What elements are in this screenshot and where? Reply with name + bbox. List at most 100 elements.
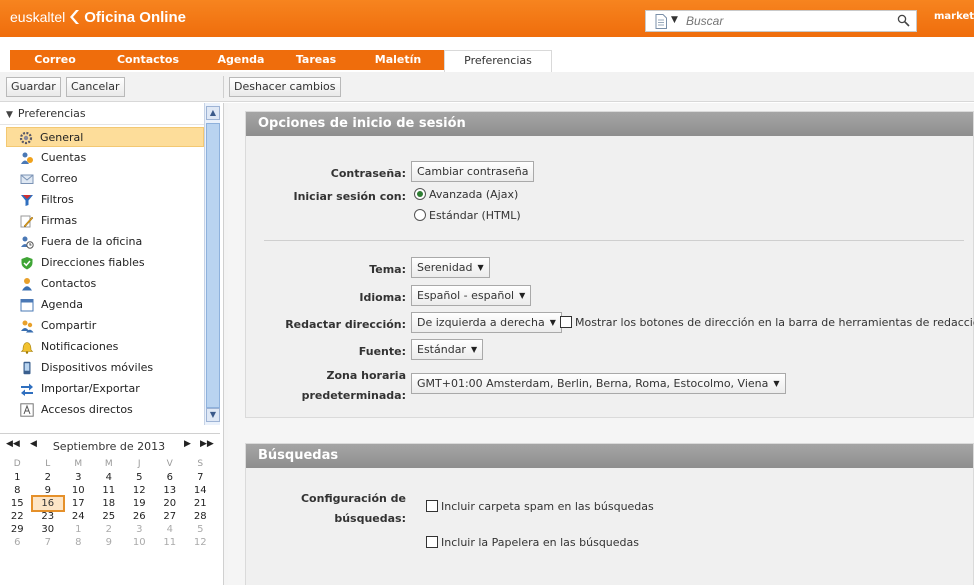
tree-root-preferencias[interactable]: ▼ Preferencias: [0, 103, 204, 125]
calendar-day[interactable]: 4: [155, 523, 186, 536]
user-name[interactable]: marketi: [934, 11, 974, 22]
sidebar-item-compartir[interactable]: Compartir: [8, 316, 204, 336]
calendar-day[interactable]: 24: [63, 510, 94, 523]
calendar-day[interactable]: 11: [155, 536, 186, 549]
calendar-day[interactable]: 22: [2, 510, 33, 523]
calendar-day[interactable]: 18: [94, 497, 125, 510]
calendar-day[interactable]: 7: [33, 536, 64, 549]
language-select[interactable]: Español - español ▼: [411, 285, 532, 306]
calendar-day[interactable]: 11: [94, 484, 125, 497]
collapse-triangle-icon[interactable]: ▼: [6, 110, 13, 120]
calendar-day[interactable]: 1: [63, 523, 94, 536]
sidebar-item-correo[interactable]: Correo: [8, 169, 204, 189]
tab-contactos[interactable]: Contactos: [94, 50, 202, 70]
calendar-day[interactable]: 19: [124, 497, 155, 510]
calendar-day[interactable]: 28: [185, 510, 216, 523]
search-icon[interactable]: [897, 14, 910, 27]
calendar-day[interactable]: 4: [94, 471, 125, 484]
sidebar-item-agenda[interactable]: Agenda: [8, 295, 204, 315]
calendar-day[interactable]: 2: [33, 471, 64, 484]
calendar-day[interactable]: 3: [124, 523, 155, 536]
calendar-day[interactable]: 26: [124, 510, 155, 523]
prev-month-icon[interactable]: ◀: [30, 439, 37, 449]
sidebar-item-filtros[interactable]: Filtros: [8, 190, 204, 210]
calendar-day[interactable]: 9: [33, 484, 64, 497]
calendar-day[interactable]: 10: [124, 536, 155, 549]
calendar-day[interactable]: 6: [155, 471, 186, 484]
prev-year-icon[interactable]: ◀◀: [6, 439, 20, 449]
calendar-day[interactable]: 5: [124, 471, 155, 484]
tab-correo[interactable]: Correo: [16, 50, 94, 70]
checkbox[interactable]: [426, 536, 438, 548]
search-scope-dropdown-icon[interactable]: ▼: [671, 15, 678, 25]
calendar-day[interactable]: 12: [124, 484, 155, 497]
calendar-day[interactable]: 1: [2, 471, 33, 484]
calendar-day[interactable]: 15: [2, 497, 33, 510]
scroll-down-icon[interactable]: ▼: [206, 408, 220, 422]
sidebar-item-direcciones-fiables[interactable]: Direcciones fiables: [8, 253, 204, 273]
sidebar-item-importar-exportar[interactable]: Importar/Exportar: [8, 379, 204, 399]
tab-tareas[interactable]: Tareas: [280, 50, 352, 70]
save-button[interactable]: Guardar: [6, 77, 61, 97]
sidebar-scrollbar[interactable]: ▲ ▼: [204, 103, 220, 425]
sidebar-item-cuentas[interactable]: Cuentas: [8, 148, 204, 168]
filter-icon: [21, 195, 33, 206]
cancel-button[interactable]: Cancelar: [66, 77, 125, 97]
sidebar-item-fuera-de-la-oficina[interactable]: Fuera de la oficina: [8, 232, 204, 252]
timezone-select[interactable]: GMT+01:00 Amsterdam, Berlin, Berna, Roma…: [411, 373, 786, 394]
timezone-select-value: GMT+01:00 Amsterdam, Berlin, Berna, Roma…: [417, 377, 769, 390]
calendar-day[interactable]: 6: [2, 536, 33, 549]
calendar-day[interactable]: 16: [30, 495, 65, 512]
sidebar-item-accesos-directos[interactable]: Accesos directos: [8, 400, 204, 420]
radio-standard-html[interactable]: Estándar (HTML): [414, 209, 521, 222]
calendar-day[interactable]: 29: [2, 523, 33, 536]
tab-agenda[interactable]: Agenda: [202, 50, 280, 70]
search-config-label-line2: búsquedas:: [334, 512, 406, 525]
change-password-button[interactable]: Cambiar contraseña: [411, 161, 535, 182]
calendar-day[interactable]: 23: [33, 510, 64, 523]
show-direction-buttons-checkbox[interactable]: Mostrar los botones de dirección en la b…: [560, 316, 974, 329]
sidebar-item-firmas[interactable]: Firmas: [8, 211, 204, 231]
radio-button[interactable]: [414, 209, 426, 221]
calendar-day[interactable]: 7: [185, 471, 216, 484]
calendar-day[interactable]: 14: [185, 484, 216, 497]
calendar-day[interactable]: 25: [94, 510, 125, 523]
radio-advanced-ajax[interactable]: Avanzada (Ajax): [414, 188, 518, 201]
calendar-day[interactable]: 10: [63, 484, 94, 497]
scroll-thumb[interactable]: [206, 123, 220, 408]
radio-button[interactable]: [414, 188, 426, 200]
calendar-day[interactable]: 8: [63, 536, 94, 549]
compose-direction-select[interactable]: De izquierda a derecha ▼: [411, 312, 562, 333]
calendar-day[interactable]: 9: [94, 536, 125, 549]
calendar-day[interactable]: 21: [185, 497, 216, 510]
calendar-day[interactable]: 30: [33, 523, 64, 536]
calendar-day[interactable]: 13: [155, 484, 186, 497]
tab-maletin[interactable]: Maletín: [352, 50, 444, 70]
include-trash-checkbox[interactable]: Incluir la Papelera en las búsquedas: [426, 536, 639, 549]
sidebar-item-contactos[interactable]: Contactos: [8, 274, 204, 294]
tab-preferencias[interactable]: Preferencias: [444, 50, 552, 72]
calendar-day[interactable]: 20: [155, 497, 186, 510]
include-spam-checkbox[interactable]: Incluir carpeta spam en las búsquedas: [426, 500, 654, 513]
calendar-day[interactable]: 2: [94, 523, 125, 536]
theme-select[interactable]: Serenidad ▼: [411, 257, 490, 278]
sidebar-item-general[interactable]: General: [6, 127, 204, 147]
search-scope-document-icon[interactable]: [655, 14, 667, 29]
calendar-day[interactable]: 12: [185, 536, 216, 549]
font-select[interactable]: Estándar ▼: [411, 339, 484, 360]
sidebar-item-dispositivos-moviles[interactable]: Dispositivos móviles: [8, 358, 204, 378]
calendar-day[interactable]: 17: [63, 497, 94, 510]
sidebar-item-label: Dispositivos móviles: [41, 361, 154, 374]
checkbox[interactable]: [426, 500, 438, 512]
next-year-icon[interactable]: ▶▶: [200, 439, 214, 449]
calendar-day[interactable]: 5: [185, 523, 216, 536]
scroll-up-icon[interactable]: ▲: [206, 106, 220, 120]
sidebar-item-notificaciones[interactable]: Notificaciones: [8, 337, 204, 357]
calendar-day[interactable]: 3: [63, 471, 94, 484]
checkbox[interactable]: [560, 316, 572, 328]
search-input[interactable]: [686, 13, 886, 29]
calendar-day[interactable]: 8: [2, 484, 33, 497]
calendar-day[interactable]: 27: [155, 510, 186, 523]
undo-changes-button[interactable]: Deshacer cambios: [229, 77, 341, 97]
next-month-icon[interactable]: ▶: [184, 439, 191, 449]
